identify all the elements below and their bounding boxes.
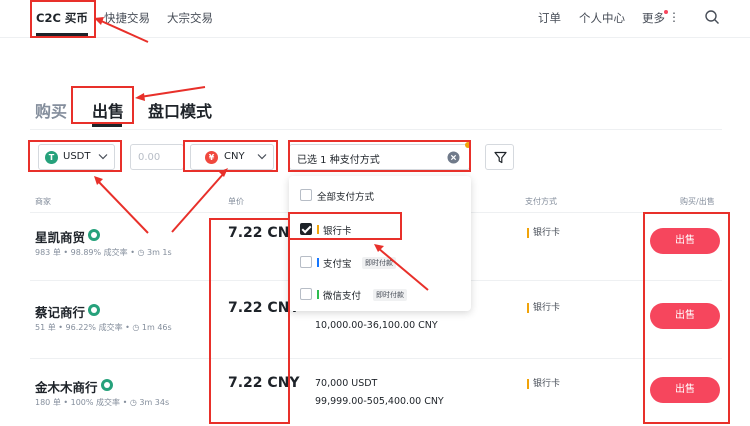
payment-option-bank-card[interactable]: 银行卡	[289, 218, 471, 242]
sell-button[interactable]: 出售	[650, 377, 720, 403]
merchant-name[interactable]: 金木木商行	[35, 377, 98, 396]
merchant-stats: 983 单 • 98.89% 成交率 • ◷ 3m 1s	[35, 248, 172, 257]
instant-payment-badge: 即时付款	[373, 289, 407, 301]
bank-card-color-bar	[317, 225, 319, 234]
nav-orders[interactable]: 订单	[538, 10, 561, 26]
header-payment: 支付方式	[525, 197, 557, 206]
payment-method-tag: 银行卡	[527, 228, 560, 238]
annotation-box-price-column	[209, 218, 290, 424]
more-kebab-icon[interactable]: ⋮	[668, 10, 680, 24]
clear-icon[interactable]	[447, 151, 460, 164]
checkbox[interactable]	[300, 256, 312, 268]
row-divider	[30, 358, 722, 359]
payment-method-select[interactable]: 已选 1 种支付方式	[289, 142, 471, 170]
usdt-coin-icon: T	[45, 151, 58, 164]
merchant-stats: 180 单 • 100% 成交率 • ◷ 3m 34s	[35, 398, 170, 407]
order-limit: 10,000.00-36,100.00 CNY	[315, 320, 438, 331]
nav-profile[interactable]: 个人中心	[579, 10, 625, 26]
search-icon[interactable]	[704, 9, 720, 25]
payment-method-tag: 银行卡	[527, 303, 560, 313]
unit-price: 7.22 CNY	[228, 375, 300, 391]
tab-sell[interactable]: 出售	[92, 98, 124, 122]
verified-icon	[101, 379, 113, 391]
payment-option-all[interactable]: 全部支付方式	[289, 184, 471, 208]
chevron-down-icon	[257, 154, 267, 160]
merchant-name[interactable]: 蔡记商行	[35, 302, 85, 321]
header-merchant: 商家	[35, 197, 51, 206]
asset-select-value: USDT	[63, 151, 91, 162]
alipay-color-bar	[317, 258, 319, 267]
merchant-name[interactable]: 星凯商贸	[35, 227, 85, 246]
verified-icon	[88, 304, 100, 316]
instant-payment-badge: 即时付款	[362, 257, 396, 269]
order-limit: 99,999.00-505,400.00 CNY	[315, 396, 444, 407]
filter-button[interactable]	[485, 144, 514, 170]
checkbox-checked[interactable]	[300, 223, 312, 235]
nav-active-indicator	[36, 33, 88, 36]
cny-coin-icon: ¥	[205, 151, 218, 164]
payment-option-alipay[interactable]: 支付宝 即时付款	[289, 251, 471, 275]
header-price: 单价	[228, 197, 244, 206]
payment-option-label: 全部支付方式	[317, 192, 375, 203]
top-navigation: C2C 买币 快捷交易 大宗交易 订单 个人中心 更多 ⋮	[0, 0, 750, 38]
tab-buy[interactable]: 购买	[35, 98, 67, 122]
checkbox[interactable]	[300, 288, 312, 300]
checkbox[interactable]	[300, 189, 312, 201]
payment-option-label: 银行卡	[323, 226, 352, 237]
amount-field[interactable]	[130, 144, 184, 170]
filter-icon	[494, 151, 507, 164]
fiat-select[interactable]: ¥ CNY	[190, 144, 274, 170]
payment-option-label: 微信支付	[323, 291, 362, 302]
sell-button[interactable]: 出售	[650, 303, 720, 329]
payment-option-label: 支付宝	[323, 259, 352, 270]
verified-icon	[88, 229, 100, 241]
asset-select[interactable]: T USDT	[38, 144, 115, 170]
wechat-color-bar	[317, 290, 319, 299]
payment-method-tag: 银行卡	[527, 379, 560, 389]
nav-more[interactable]: 更多	[642, 10, 665, 26]
tab-orderbook-mode[interactable]: 盘口模式	[148, 98, 212, 122]
payment-method-dropdown: 全部支付方式 银行卡 支付宝 即时付款 微信支付 即时付款	[289, 176, 471, 311]
available-quantity: 70,000 USDT	[315, 378, 378, 389]
sell-button[interactable]: 出售	[650, 228, 720, 254]
merchant-stats: 51 单 • 96.22% 成交率 • ◷ 1m 46s	[35, 323, 172, 332]
nav-c2c-buy-crypto[interactable]: C2C 买币	[36, 10, 88, 26]
amount-input[interactable]	[138, 150, 180, 164]
tab-active-indicator	[92, 124, 122, 127]
nav-quick-trade[interactable]: 快捷交易	[104, 10, 150, 26]
payment-option-wechat[interactable]: 微信支付 即时付款	[289, 283, 471, 307]
tab-divider	[30, 129, 722, 130]
header-action: 购买/出售	[680, 197, 715, 206]
payment-method-select-value: 已选 1 种支付方式	[297, 155, 380, 166]
chevron-down-icon	[98, 154, 108, 160]
fiat-select-value: CNY	[224, 151, 245, 162]
nav-bulk-trade[interactable]: 大宗交易	[167, 10, 213, 26]
payment-filter-dot	[465, 142, 471, 148]
